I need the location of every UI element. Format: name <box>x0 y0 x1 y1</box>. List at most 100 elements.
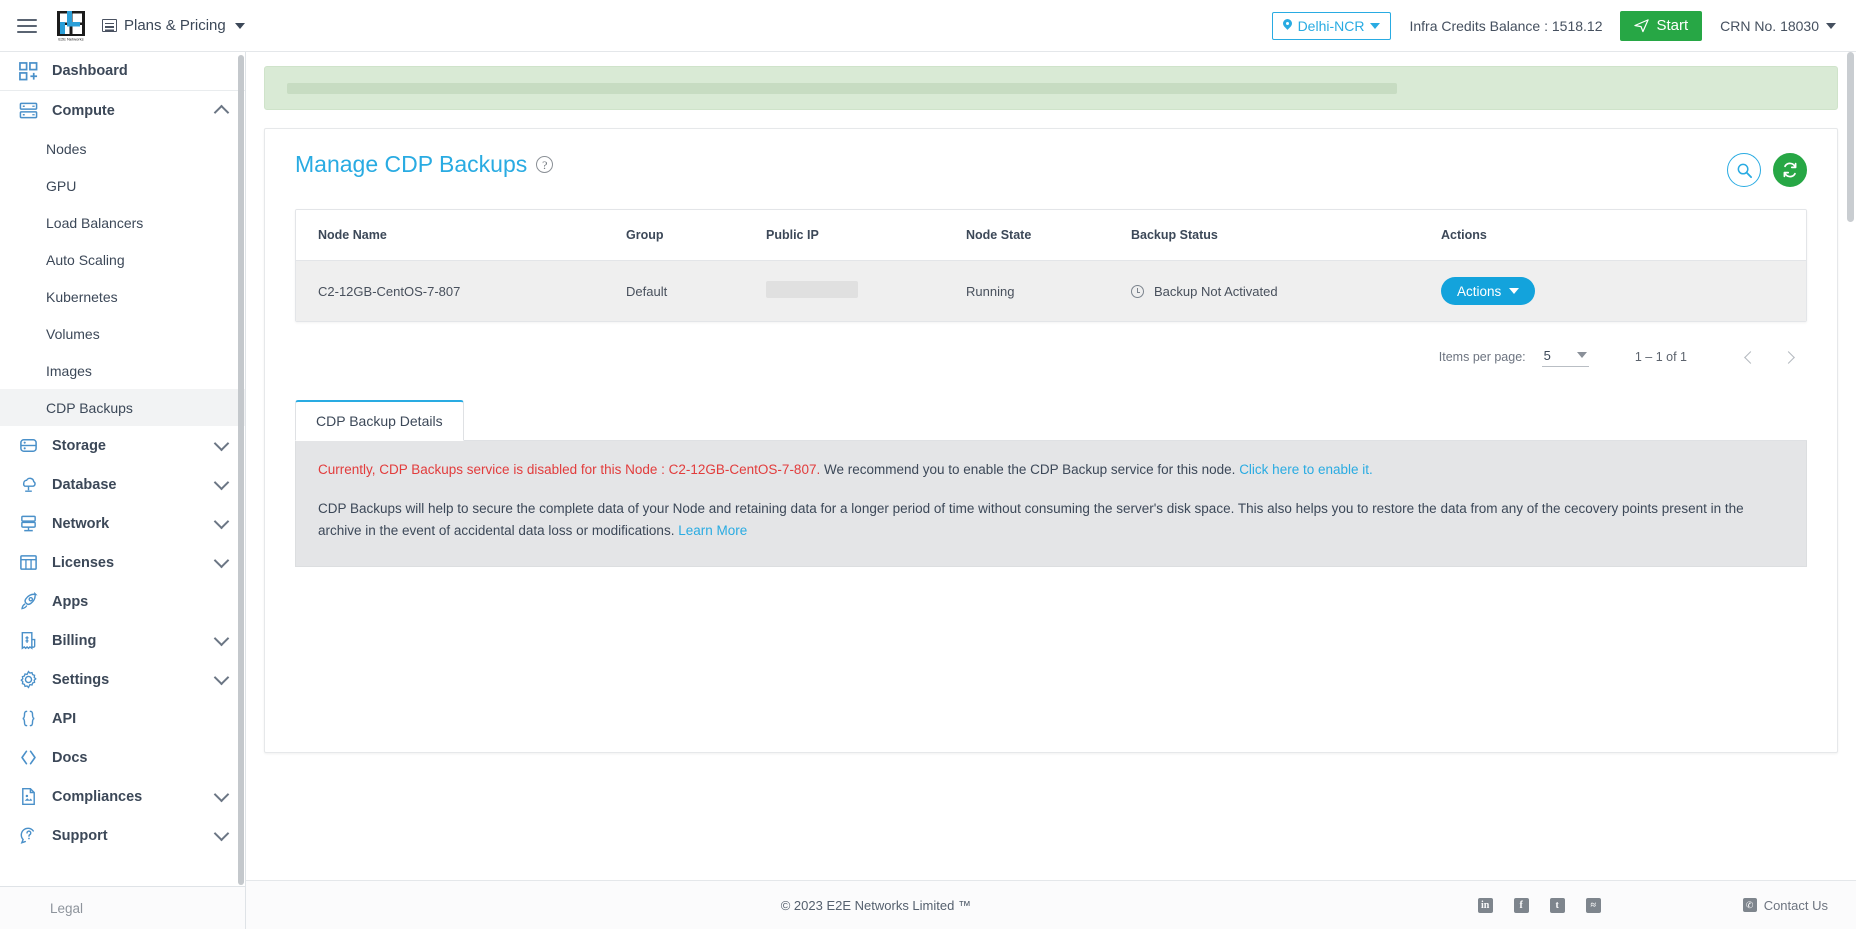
sidebar-item-cdp-backups[interactable]: CDP Backups <box>0 389 245 426</box>
sidebar-item-label: Database <box>52 476 117 493</box>
card-header-actions <box>1727 151 1807 187</box>
tab-label: CDP Backup Details <box>316 413 443 429</box>
notification-banner <box>264 66 1838 110</box>
sidebar-item-storage[interactable]: Storage <box>0 426 245 465</box>
plans-and-pricing-label: Plans & Pricing <box>124 17 226 34</box>
sidebar-item-label: Settings <box>52 671 110 688</box>
sidebar-item-apps[interactable]: Apps <box>0 582 245 621</box>
chevron-down-icon <box>213 786 230 803</box>
sidebar-item-gpu[interactable]: GPU <box>0 167 245 204</box>
sidebar-item-api[interactable]: API <box>0 699 245 738</box>
sidebar-item-kubernetes[interactable]: Kubernetes <box>0 278 245 315</box>
e2e-networks-logo[interactable]: E2E Networks <box>54 9 88 43</box>
sidebar-item-licenses[interactable]: Licenses <box>0 543 245 582</box>
cell-public-ip <box>766 260 966 321</box>
chevron-down-icon <box>1370 22 1381 29</box>
cdp-disabled-warning-text: Currently, CDP Backups service is disabl… <box>318 462 821 477</box>
svg-text:E2E Networks: E2E Networks <box>58 36 83 41</box>
sidebar-legal-link[interactable]: Legal <box>0 886 245 929</box>
start-label: Start <box>1656 17 1689 34</box>
twitter-icon[interactable]: t <box>1549 897 1565 913</box>
sidebar-item-label: Billing <box>52 632 97 649</box>
sidebar-item-label: API <box>52 710 77 727</box>
cell-backup-status: Backup Not Activated <box>1131 260 1441 321</box>
sidebar-item-database[interactable]: Database <box>0 465 245 504</box>
items-per-page-value: 5 <box>1543 347 1551 363</box>
search-button[interactable] <box>1727 153 1761 187</box>
column-header-public-ip: Public IP <box>766 210 966 261</box>
items-per-page-select[interactable]: 5 <box>1541 347 1589 367</box>
enable-cdp-link[interactable]: Click here to enable it. <box>1239 462 1373 477</box>
sidebar-item-label: Network <box>52 515 110 532</box>
previous-page-button[interactable] <box>1731 338 1769 376</box>
paginator: Items per page: 5 1 – 1 of 1 <box>295 338 1807 376</box>
sidebar-item-compliances[interactable]: Compliances <box>0 777 245 816</box>
nodes-table-container: Node Name Group Public IP Node State Bac… <box>295 209 1807 322</box>
start-button[interactable]: Start <box>1620 10 1703 41</box>
cell-group: Default <box>626 260 766 321</box>
region-selector[interactable]: Delhi-NCR <box>1271 11 1392 40</box>
sidebar-item-docs[interactable]: Docs <box>0 738 245 777</box>
sidebar-subitem-label: Auto Scaling <box>46 251 125 268</box>
sidebar-item-compute[interactable]: Compute <box>0 91 245 130</box>
column-header-node-name: Node Name <box>296 210 626 261</box>
sidebar-item-support[interactable]: Support <box>0 816 245 855</box>
page-footer: © 2023 E2E Networks Limited ™ in f t ≈ ✆… <box>246 880 1856 929</box>
table-header-row: Node Name Group Public IP Node State Bac… <box>296 210 1806 261</box>
backup-status-label: Backup Not Activated <box>1154 283 1278 299</box>
main-content: Manage CDP Backups ? Node Name Group Pub… <box>246 52 1856 929</box>
body-container: Dashboard Compute Nodes GPU Load Balance… <box>0 52 1856 929</box>
sidebar-item-dashboard[interactable]: Dashboard <box>0 52 245 91</box>
hamburger-menu-icon[interactable] <box>10 9 44 43</box>
sidebar-item-label: Support <box>52 827 108 844</box>
refresh-button[interactable] <box>1773 153 1807 187</box>
main-scrollbar[interactable] <box>1847 52 1854 222</box>
sidebar-item-volumes[interactable]: Volumes <box>0 315 245 352</box>
crn-menu[interactable]: CRN No. 18030 <box>1702 18 1842 34</box>
sidebar-item-load-balancers[interactable]: Load Balancers <box>0 204 245 241</box>
chevron-down-icon <box>234 22 245 29</box>
main-scroll-area: Manage CDP Backups ? Node Name Group Pub… <box>246 52 1856 880</box>
rss-icon[interactable]: ≈ <box>1585 897 1601 913</box>
sidebar-item-images[interactable]: Images <box>0 352 245 389</box>
sidebar-item-network[interactable]: Network <box>0 504 245 543</box>
question-mark-icon[interactable]: ? <box>536 156 554 173</box>
card-header: Manage CDP Backups ? <box>265 129 1837 187</box>
sidebar-item-nodes[interactable]: Nodes <box>0 130 245 167</box>
sidebar-scrollbar[interactable] <box>238 55 244 885</box>
redacted-ip-value <box>766 281 858 298</box>
sidebar-subitem-label: Volumes <box>46 325 100 342</box>
row-actions-button[interactable]: Actions <box>1441 277 1536 305</box>
database-icon <box>18 435 39 456</box>
support-icon <box>18 825 39 846</box>
sidebar-item-label: Storage <box>52 437 106 454</box>
chevron-down-icon <box>1509 288 1520 294</box>
code-brackets-icon <box>18 747 39 768</box>
location-pin-icon <box>1283 19 1292 32</box>
sidebar-subitem-label: Images <box>46 362 92 379</box>
column-header-actions: Actions <box>1441 210 1806 261</box>
sidebar-navigation: Dashboard Compute Nodes GPU Load Balance… <box>0 52 245 886</box>
sidebar-item-billing[interactable]: Billing <box>0 621 245 660</box>
sidebar-item-label: Dashboard <box>52 63 128 79</box>
contact-us-link[interactable]: ✆ Contact Us <box>1742 897 1828 913</box>
column-header-backup-status: Backup Status <box>1131 210 1441 261</box>
learn-more-link[interactable]: Learn More <box>678 523 747 538</box>
tab-cdp-backup-details[interactable]: CDP Backup Details <box>295 400 464 441</box>
contact-us-label: Contact Us <box>1763 897 1828 913</box>
top-bar-right-group: Delhi-NCR Infra Credits Balance : 1518.1… <box>1271 10 1842 41</box>
cdp-disabled-message: Currently, CDP Backups service is disabl… <box>318 460 1784 480</box>
sidebar: Dashboard Compute Nodes GPU Load Balance… <box>0 52 246 929</box>
facebook-icon[interactable]: f <box>1513 897 1529 913</box>
legal-label: Legal <box>50 900 84 916</box>
sidebar-item-label: Docs <box>52 749 88 766</box>
sidebar-item-settings[interactable]: Settings <box>0 660 245 699</box>
next-page-button[interactable] <box>1769 338 1807 376</box>
table-row[interactable]: C2-12GB-CentOS-7-807 Default Running Bac… <box>296 260 1806 321</box>
row-actions-label: Actions <box>1457 283 1502 299</box>
plans-and-pricing-menu[interactable]: Plans & Pricing <box>102 17 245 34</box>
sidebar-item-auto-scaling[interactable]: Auto Scaling <box>0 241 245 278</box>
copyright-text: © 2023 E2E Networks Limited ™ <box>780 897 971 913</box>
linkedin-icon[interactable]: in <box>1477 897 1493 913</box>
invoice-icon <box>18 630 39 651</box>
